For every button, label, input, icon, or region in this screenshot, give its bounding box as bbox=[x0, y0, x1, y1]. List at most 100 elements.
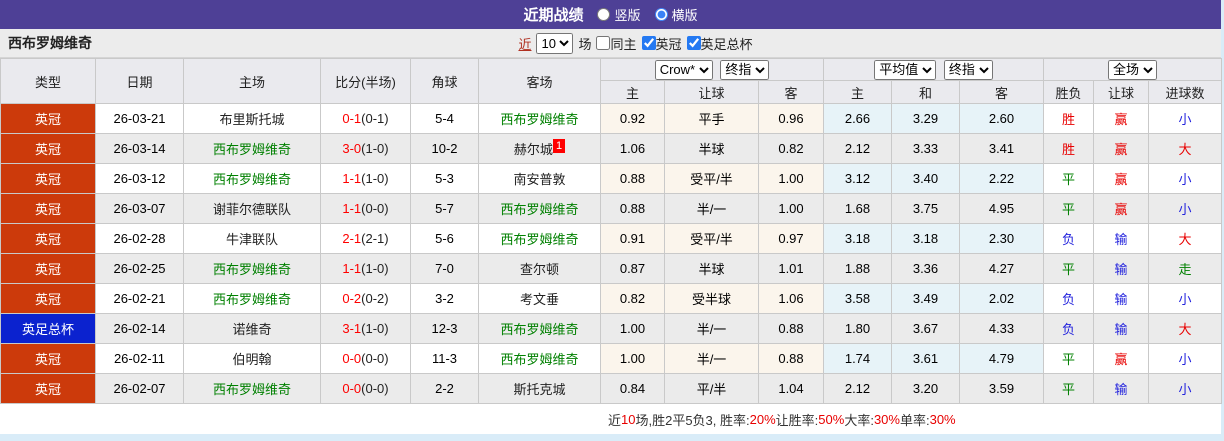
cell-avg-away: 4.27 bbox=[958, 253, 1045, 284]
cell-avg-home: 2.12 bbox=[823, 133, 892, 164]
cell-outcome: 平 bbox=[1043, 163, 1095, 194]
cell-odds-handicap: 平手 bbox=[664, 103, 759, 134]
cell-home-team: 西布罗姆维奇 bbox=[183, 163, 321, 194]
cell-away-team: 斯托克城 bbox=[478, 373, 601, 404]
cell-handicap-result: 赢 bbox=[1093, 103, 1150, 134]
cell-avg-away: 2.02 bbox=[958, 283, 1045, 314]
cell-goals-result: 走 bbox=[1148, 253, 1223, 284]
cell-odds-handicap: 半/一 bbox=[664, 343, 759, 374]
cell-outcome: 负 bbox=[1043, 313, 1095, 344]
header-cell-sub: 和 bbox=[891, 80, 960, 104]
cell-home-team: 西布罗姆维奇 bbox=[183, 133, 321, 164]
cell-odds-home: 1.00 bbox=[600, 343, 665, 374]
results-table: 类型 日期 主场 比分(半场) 角球 客场 Crow* 终指 平均值 终指 全场 主让球客… bbox=[0, 58, 1223, 404]
summary-segment: 10 bbox=[621, 411, 636, 427]
cell-league: 英冠 bbox=[0, 373, 96, 404]
cell-corners: 10-2 bbox=[410, 133, 479, 164]
cell-avg-away: 4.33 bbox=[958, 313, 1045, 344]
summary-segment: 30% bbox=[873, 411, 900, 427]
filter-controls: 近 10 场 同主 英冠 英足总杯 bbox=[518, 32, 753, 54]
cell-home-team: 牛津联队 bbox=[183, 223, 321, 254]
cell-corners: 7-0 bbox=[410, 253, 479, 284]
cell-outcome: 负 bbox=[1043, 283, 1095, 314]
cell-goals-result: 小 bbox=[1148, 283, 1223, 314]
cell-date: 26-02-07 bbox=[95, 373, 184, 404]
radio-vertical-input[interactable] bbox=[597, 8, 611, 21]
table-row: 英冠 26-03-07 谢菲尔德联队 1-1(0-0) 5-7 西布罗姆维奇 0.88 半/一… bbox=[0, 193, 1223, 224]
team-name: 西布罗姆维奇 bbox=[8, 35, 92, 51]
cell-away-team: 考文垂 bbox=[478, 283, 601, 314]
avg-select[interactable]: 平均值 bbox=[874, 59, 937, 80]
cell-odds-home: 0.84 bbox=[600, 373, 665, 404]
header-cell-sub: 让球 bbox=[664, 80, 759, 104]
radio-horizontal-input[interactable] bbox=[654, 8, 668, 21]
cell-goals-result: 小 bbox=[1148, 373, 1223, 404]
cell-odds-away: 0.97 bbox=[758, 223, 824, 254]
cell-odds-handicap: 半/一 bbox=[664, 193, 759, 224]
cell-date: 26-03-14 bbox=[95, 133, 184, 164]
near-link[interactable]: 近 bbox=[518, 34, 531, 53]
summary-segment: 场,胜2平5负3, 胜率: bbox=[635, 412, 750, 428]
league2-checkbox[interactable]: 英足总杯 bbox=[686, 34, 753, 53]
league2-input[interactable] bbox=[686, 36, 701, 50]
cell-league: 英冠 bbox=[0, 133, 96, 164]
cell-corners: 2-2 bbox=[410, 373, 479, 404]
header-dropdown-row: 类型 日期 主场 比分(半场) 角球 客场 Crow* 终指 平均值 终指 全场 bbox=[0, 58, 1223, 104]
league1-input[interactable] bbox=[641, 36, 656, 50]
cell-goals-result: 小 bbox=[1148, 343, 1223, 374]
header-cell-main: 类型 bbox=[0, 58, 96, 104]
same-home-checkbox[interactable]: 同主 bbox=[596, 34, 637, 53]
header-cell-sub: 客 bbox=[958, 80, 1045, 104]
cell-date: 26-02-25 bbox=[95, 253, 184, 284]
cell-avg-home: 1.80 bbox=[823, 313, 892, 344]
scope-select[interactable]: 全场 bbox=[1108, 59, 1158, 80]
odds-type1-select[interactable]: 终指 bbox=[720, 59, 770, 80]
filterbar: 西布罗姆维奇 近 10 场 同主 英冠 英足总杯 bbox=[0, 29, 1221, 58]
cell-avg-away: 3.59 bbox=[958, 373, 1045, 404]
cell-avg-home: 3.18 bbox=[823, 223, 892, 254]
cell-odds-handicap: 受半球 bbox=[664, 283, 759, 314]
cell-odds-away: 0.82 bbox=[758, 133, 824, 164]
cell-date: 26-02-11 bbox=[95, 343, 184, 374]
cell-league: 英足总杯 bbox=[0, 313, 96, 344]
odds-type2-select[interactable]: 终指 bbox=[943, 59, 993, 80]
header-cell-main: 日期 bbox=[95, 58, 184, 104]
cell-avg-home: 1.88 bbox=[823, 253, 892, 284]
cell-outcome: 胜 bbox=[1043, 133, 1095, 164]
cell-goals-result: 大 bbox=[1148, 223, 1223, 254]
cell-avg-home: 3.12 bbox=[823, 163, 892, 194]
cell-outcome: 平 bbox=[1043, 193, 1095, 224]
league1-checkbox[interactable]: 英冠 bbox=[641, 34, 682, 53]
cell-avg-away: 2.30 bbox=[958, 223, 1045, 254]
cell-away-team: 赫尔城 1 bbox=[478, 133, 601, 164]
header-cell-sub: 主 bbox=[823, 80, 892, 104]
cell-avg-home: 3.58 bbox=[823, 283, 892, 314]
same-home-input[interactable] bbox=[596, 36, 611, 50]
radio-horizontal-layout[interactable]: 横版 bbox=[654, 5, 698, 24]
cell-avg-away: 4.95 bbox=[958, 193, 1045, 224]
cell-away-team: 南安普敦 bbox=[478, 163, 601, 194]
header-cell-main: 比分(半场) bbox=[320, 58, 411, 104]
cell-avg-home: 1.74 bbox=[823, 343, 892, 374]
summary-segment: 30% bbox=[929, 411, 956, 427]
cell-outcome: 胜 bbox=[1043, 103, 1095, 134]
header-cell-sub: 胜负 bbox=[1043, 80, 1095, 104]
rank-badge: 1 bbox=[552, 139, 566, 153]
radio-horizontal-label: 横版 bbox=[671, 8, 698, 23]
odds-source-select[interactable]: Crow* bbox=[654, 59, 713, 80]
cell-avg-draw: 3.61 bbox=[891, 343, 960, 374]
radio-vertical-label: 竖版 bbox=[614, 8, 641, 23]
cell-odds-home: 0.91 bbox=[600, 223, 665, 254]
cell-home-team: 布里斯托城 bbox=[183, 103, 321, 134]
header-cell-main: 客场 bbox=[478, 58, 601, 104]
cell-score: 3-0(1-0) bbox=[320, 133, 411, 164]
summary-segment: 近 bbox=[608, 412, 622, 428]
radio-vertical-layout[interactable]: 竖版 bbox=[597, 5, 641, 24]
cell-odds-away: 1.01 bbox=[758, 253, 824, 284]
cell-away-team: 西布罗姆维奇 bbox=[478, 103, 601, 134]
cell-odds-home: 0.82 bbox=[600, 283, 665, 314]
recent-count-select[interactable]: 10 bbox=[536, 32, 574, 54]
cell-goals-result: 小 bbox=[1148, 193, 1223, 224]
table-row: 英冠 26-02-25 西布罗姆维奇 1-1(1-0) 7-0 查尔顿 0.87 半球 1.01… bbox=[0, 253, 1223, 284]
games-label: 场 bbox=[578, 36, 592, 52]
